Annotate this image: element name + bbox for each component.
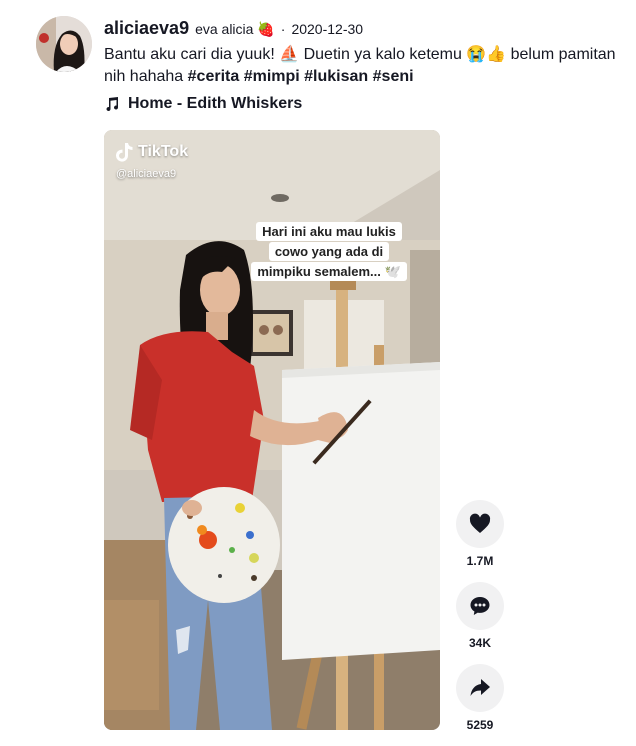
avatar[interactable] — [36, 16, 92, 72]
comment-icon — [470, 597, 490, 615]
username-link[interactable]: aliciaeva9 — [104, 18, 189, 39]
video-subtitle: Hari ini aku mau lukis cowo yang ada di … — [250, 222, 408, 282]
emoji-cry-thumbs: 😭👍 — [466, 46, 507, 63]
comment-button[interactable] — [456, 582, 504, 630]
like-count: 1.7M — [466, 554, 494, 568]
share-button[interactable] — [456, 664, 504, 712]
separator-dot: · — [280, 21, 286, 37]
hashtag-lukisan[interactable]: #lukisan — [304, 68, 368, 85]
tiktok-brand-text: TikTok — [138, 143, 189, 160]
like-button[interactable] — [456, 500, 504, 548]
nickname: eva alicia 🍓 — [195, 21, 275, 37]
hashtag-cerita[interactable]: #cerita — [188, 68, 240, 85]
action-bar: 1.7M 34K 5259 — [456, 500, 504, 746]
hashtag-mimpi[interactable]: #mimpi — [244, 68, 300, 85]
music-note-icon — [106, 97, 119, 112]
video-frame — [104, 130, 440, 730]
like-action: 1.7M — [456, 500, 504, 568]
tiktok-logo-icon — [116, 143, 133, 162]
heart-icon — [469, 513, 491, 533]
music-link[interactable]: Home - Edith Whiskers — [104, 95, 302, 113]
share-action: 5259 — [456, 664, 504, 732]
subtitle-line: cowo yang ada di — [268, 242, 390, 261]
subtitle-line: Hari ini aku mau lukis — [256, 222, 402, 241]
share-icon — [470, 679, 490, 696]
tiktok-watermark: TikTok — [116, 142, 188, 162]
music-title: Home - Edith Whiskers — [128, 95, 303, 112]
subtitle-line: mimpiku semalem... 🕊️ — [251, 262, 407, 281]
post-header: aliciaeva9 eva alicia 🍓 · 2020-12-30 — [104, 18, 626, 39]
post-date: 2020-12-30 — [291, 21, 364, 37]
comment-count: 34K — [468, 636, 491, 650]
comment-action: 34K — [456, 582, 504, 650]
sailboat-emoji: ⛵ — [279, 46, 300, 63]
video-player[interactable]: TikTok @aliciaeva9 Hari ini aku mau luki… — [104, 130, 440, 730]
share-count: 5259 — [466, 718, 494, 732]
hashtag-seni[interactable]: #seni — [373, 68, 414, 85]
post-caption: Bantu aku cari dia yuuk! ⛵ Duetin ya kal… — [104, 46, 616, 85]
tiktok-handle: @aliciaeva9 — [116, 168, 177, 180]
